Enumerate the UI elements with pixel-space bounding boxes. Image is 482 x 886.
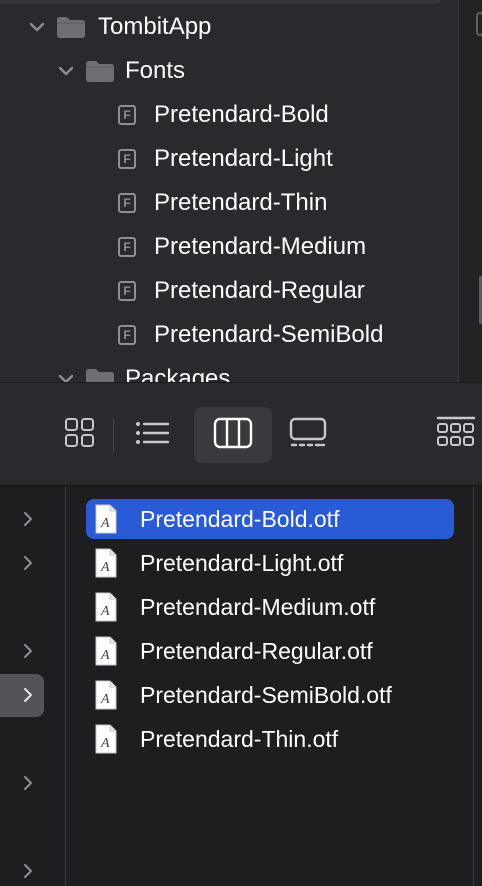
editor-pane [459,0,482,382]
chevron-right-icon[interactable] [18,553,38,573]
tree-label: Pretendard-Light [154,145,333,172]
navigator-top-edge [0,0,440,4]
tree-label: Fonts [125,57,186,84]
group-view-button[interactable] [436,413,482,457]
font-document-icon: A [86,680,126,710]
chevron-right-icon[interactable] [18,773,38,793]
font-file-icon: F [118,193,136,213]
font-file-icon: F [118,105,136,125]
tree-label: Pretendard-SemiBold [154,321,384,348]
tree-row-font-file[interactable]: F Pretendard-SemiBold [118,315,383,355]
list-view-button[interactable] [130,413,174,457]
view-toolbar [0,382,482,486]
chevron-right-icon[interactable] [18,685,38,705]
group-grid-icon [436,415,476,456]
tree-row-tombitapp[interactable]: TombitApp [28,7,211,47]
icon-view-button[interactable] [58,413,102,457]
file-name: Pretendard-Bold.otf [140,505,340,532]
project-navigator: TombitApp Fonts F Pretendard-Bold F Pret… [0,0,482,382]
file-row[interactable]: A Pretendard-Light.otf [86,543,454,583]
tree-row-font-file[interactable]: F Pretendard-Regular [118,271,365,311]
font-file-icon: F [118,325,136,345]
svg-text:A: A [100,648,110,663]
font-file-icon: F [118,237,136,257]
svg-text:A: A [100,692,110,707]
toolbar-separator [113,419,114,451]
tree-row-font-file[interactable]: F Pretendard-Light [118,139,333,179]
svg-text:A: A [100,516,110,531]
file-row[interactable]: A Pretendard-SemiBold.otf [86,675,454,715]
tree-row-font-file[interactable]: F Pretendard-Medium [118,227,366,267]
tree-label: Pretendard-Thin [154,189,328,216]
chevron-right-icon[interactable] [18,509,38,529]
tree-row-font-file[interactable]: F Pretendard-Thin [118,183,327,223]
font-document-icon: A [86,548,126,578]
svg-text:A: A [100,604,110,619]
file-row[interactable]: A Pretendard-Regular.otf [86,631,454,671]
tree-label: Packages [125,365,231,382]
column-view-button[interactable] [194,407,272,463]
file-name: Pretendard-Medium.otf [140,593,376,620]
chevron-right-icon[interactable] [18,641,38,661]
tree-label: TombitApp [98,13,212,40]
tree-label: Pretendard-Medium [154,233,367,260]
font-document-icon: A [86,504,126,534]
grid-icon [64,417,96,454]
folder-icon [85,59,115,83]
file-row[interactable]: A Pretendard-Bold.otf [86,499,454,539]
chevron-down-icon[interactable] [57,62,75,80]
tree-row-packages[interactable]: Packages [57,359,230,382]
tree-label: Pretendard-Bold [154,101,329,128]
file-name: Pretendard-Thin.otf [140,725,339,752]
list-icon [134,419,170,452]
font-file-icon: F [118,281,136,301]
scrollbar-thumb[interactable] [476,12,482,36]
tree-row-fonts[interactable]: Fonts [57,51,185,91]
tree-row-font-file[interactable]: F Pretendard-Bold [118,95,329,135]
file-name: Pretendard-SemiBold.otf [140,681,392,708]
column-browser: A Pretendard-Bold.otf A Pretendard-Light… [0,486,482,886]
gallery-view-button[interactable] [284,413,332,457]
file-name: Pretendard-Regular.otf [140,637,373,664]
chevron-down-icon[interactable] [57,370,75,382]
font-document-icon: A [86,592,126,622]
columns-icon [213,417,253,454]
svg-text:A: A [100,736,110,751]
gallery-icon [288,417,328,454]
column-divider[interactable] [65,486,66,886]
file-name: Pretendard-Light.otf [140,549,344,576]
font-document-icon: A [86,636,126,666]
font-document-icon: A [86,724,126,754]
tree-label: Pretendard-Regular [154,277,365,304]
file-row[interactable]: A Pretendard-Thin.otf [86,719,454,759]
chevron-down-icon[interactable] [28,18,46,36]
column-divider[interactable] [473,486,474,886]
folder-icon [56,15,86,39]
chevron-right-icon[interactable] [18,861,38,881]
file-row[interactable]: A Pretendard-Medium.otf [86,587,454,627]
font-file-icon: F [118,149,136,169]
svg-text:A: A [100,560,110,575]
folder-icon [85,367,115,382]
